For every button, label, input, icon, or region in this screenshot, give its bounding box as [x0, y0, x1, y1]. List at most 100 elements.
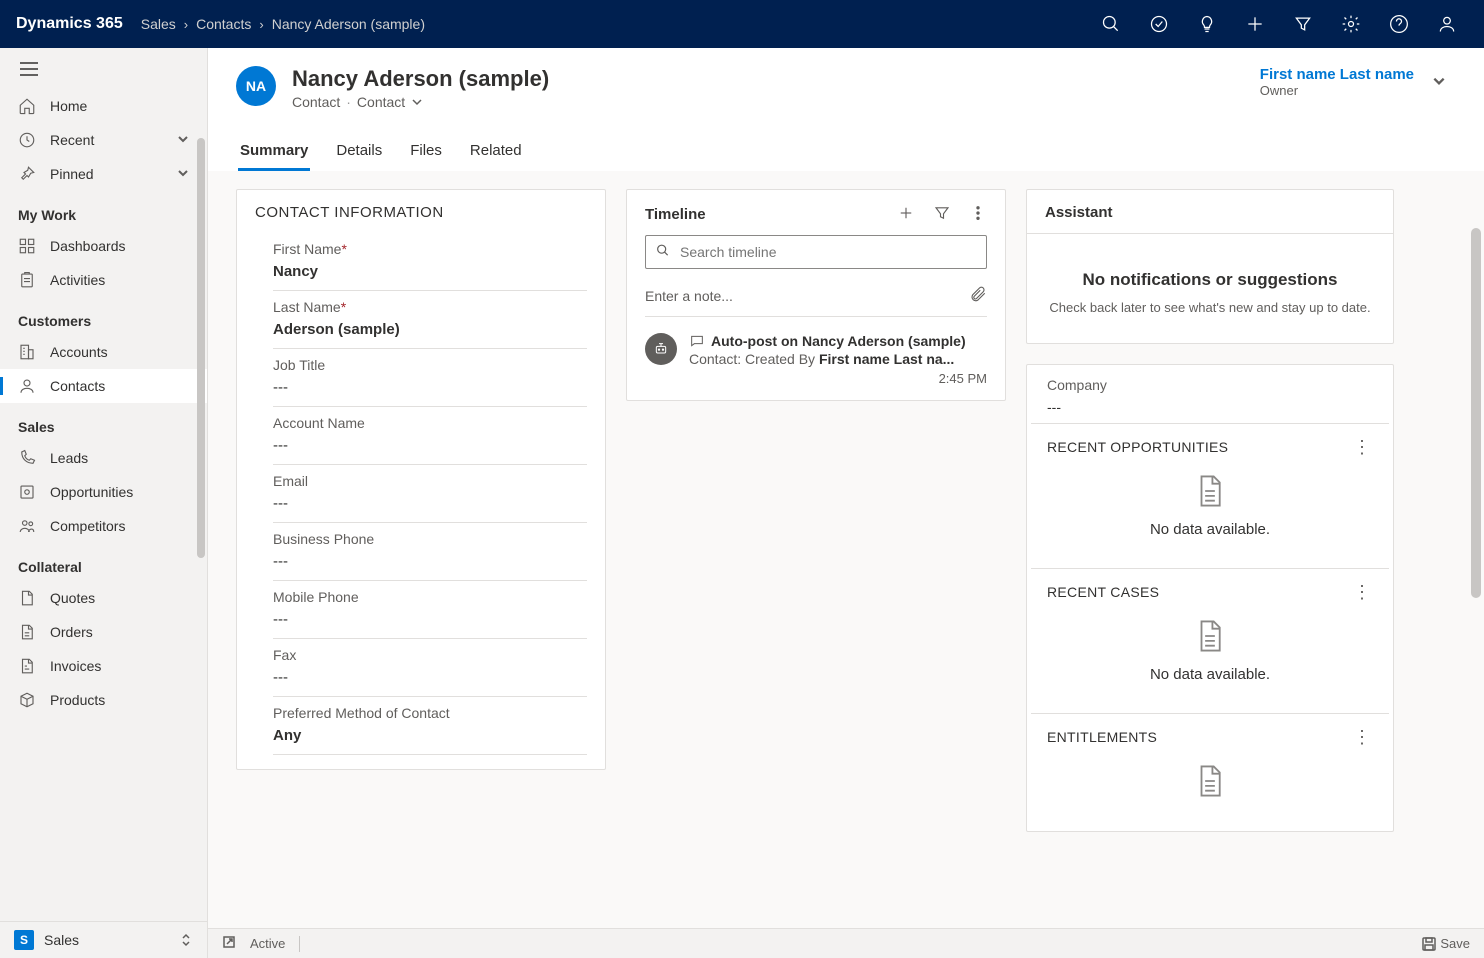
document-icon [18, 657, 36, 675]
sidebar-group-sales: Sales [0, 403, 207, 441]
sidebar-item-activities[interactable]: Activities [0, 263, 207, 297]
sidebar-item-invoices[interactable]: Invoices [0, 649, 207, 683]
chevron-down-icon [1432, 74, 1446, 91]
opportunity-icon [18, 483, 36, 501]
more-icon[interactable]: ⋮ [1353, 728, 1373, 746]
sidebar-item-pinned[interactable]: Pinned [0, 157, 207, 191]
scrollbar-thumb[interactable] [197, 138, 205, 558]
sidebar-item-accounts[interactable]: Accounts [0, 335, 207, 369]
breadcrumb-item[interactable]: Nancy Aderson (sample) [272, 16, 425, 32]
company-value[interactable]: --- [1047, 399, 1373, 415]
timeline-item-title: Auto-post on Nancy Aderson (sample) [711, 333, 966, 349]
assistant-title: Assistant [1027, 190, 1393, 234]
plus-icon[interactable] [897, 204, 915, 225]
related-section-title: RECENT CASES [1047, 584, 1159, 600]
form-field[interactable]: Fax--- [273, 639, 587, 697]
sidebar-item-opportunities[interactable]: Opportunities [0, 475, 207, 509]
form-field[interactable]: Email--- [273, 465, 587, 523]
gear-icon[interactable] [1330, 0, 1372, 48]
empty-state: No data available. [1031, 609, 1389, 693]
sidebar-item-label: Recent [50, 132, 94, 148]
chevron-right-icon: › [259, 17, 263, 32]
brand-label: Dynamics 365 [16, 15, 123, 33]
form-field[interactable]: Last Name*Aderson (sample) [273, 291, 587, 349]
phone-icon [18, 449, 36, 467]
record-title: Nancy Aderson (sample) [292, 66, 549, 92]
home-icon [18, 97, 36, 115]
search-icon [655, 243, 671, 262]
empty-state [1031, 754, 1389, 811]
popout-icon[interactable] [222, 935, 236, 952]
form-field[interactable]: Mobile Phone--- [273, 581, 587, 639]
breadcrumb-item[interactable]: Sales [141, 16, 176, 32]
save-button[interactable]: Save [1422, 936, 1470, 951]
form-field[interactable]: Business Phone--- [273, 523, 587, 581]
plus-icon[interactable] [1234, 0, 1276, 48]
sidebar-item-dashboards[interactable]: Dashboards [0, 229, 207, 263]
sidebar-item-contacts[interactable]: Contacts [0, 369, 207, 403]
record-avatar: NA [236, 66, 276, 106]
sidebar-item-label: Quotes [50, 590, 95, 606]
filter-icon[interactable] [1282, 0, 1324, 48]
sidebar-item-quotes[interactable]: Quotes [0, 581, 207, 615]
sidebar: Home Recent Pinned My Work Dashboards Ac… [0, 48, 208, 958]
timeline-item[interactable]: Auto-post on Nancy Aderson (sample) Cont… [627, 325, 1005, 400]
sidebar-item-home[interactable]: Home [0, 89, 207, 123]
task-icon[interactable] [1138, 0, 1180, 48]
more-icon[interactable] [969, 204, 987, 225]
field-value: Nancy [273, 263, 587, 280]
field-value: --- [273, 553, 587, 570]
tab-bar: Summary Details Files Related [236, 134, 1456, 171]
field-value: --- [273, 379, 587, 396]
note-placeholder: Enter a note... [645, 288, 733, 304]
tab-details[interactable]: Details [334, 134, 384, 171]
owner-field[interactable]: First name Last name Owner [1260, 66, 1456, 98]
sidebar-item-recent[interactable]: Recent [0, 123, 207, 157]
sidebar-item-orders[interactable]: Orders [0, 615, 207, 649]
field-value: --- [273, 611, 587, 628]
field-value: --- [273, 495, 587, 512]
sidebar-item-competitors[interactable]: Competitors [0, 509, 207, 543]
search-icon[interactable] [1090, 0, 1132, 48]
person-icon[interactable] [1426, 0, 1468, 48]
form-field[interactable]: Preferred Method of ContactAny [273, 697, 587, 755]
field-value: --- [273, 437, 587, 454]
field-label: Job Title [273, 357, 587, 373]
record-entity: Contact [292, 94, 340, 110]
field-label: Account Name [273, 415, 587, 431]
tab-related[interactable]: Related [468, 134, 524, 171]
timeline-search-input[interactable] [645, 235, 987, 269]
sidebar-item-products[interactable]: Products [0, 683, 207, 717]
sidebar-item-leads[interactable]: Leads [0, 441, 207, 475]
hamburger-icon[interactable] [0, 48, 207, 89]
more-icon[interactable]: ⋮ [1353, 438, 1373, 456]
document-icon [18, 589, 36, 607]
related-section: ENTITLEMENTS⋮ [1031, 713, 1389, 831]
record-form[interactable]: Contact [357, 94, 405, 110]
contact-info-card: CONTACT INFORMATION First Name*NancyLast… [236, 189, 606, 770]
chevron-down-icon [177, 132, 189, 148]
chevron-right-icon: › [184, 17, 188, 32]
tab-summary[interactable]: Summary [238, 134, 310, 171]
lightbulb-icon[interactable] [1186, 0, 1228, 48]
company-label: Company [1047, 377, 1373, 393]
people-icon [18, 517, 36, 535]
filter-icon[interactable] [933, 204, 951, 225]
help-icon[interactable] [1378, 0, 1420, 48]
timeline-title: Timeline [645, 206, 706, 223]
form-field[interactable]: Account Name --- [273, 407, 587, 465]
attachment-icon[interactable] [969, 285, 987, 306]
field-label: Last Name* [273, 299, 587, 315]
tab-files[interactable]: Files [408, 134, 444, 171]
sidebar-item-label: Accounts [50, 344, 108, 360]
sidebar-item-label: Dashboards [50, 238, 126, 254]
section-title: CONTACT INFORMATION [255, 204, 587, 221]
form-field[interactable]: First Name*Nancy [273, 233, 587, 291]
area-switcher[interactable]: S Sales [0, 921, 207, 958]
scrollbar-thumb[interactable] [1471, 228, 1481, 598]
breadcrumb-item[interactable]: Contacts [196, 16, 251, 32]
form-field[interactable]: Job Title --- [273, 349, 587, 407]
more-icon[interactable]: ⋮ [1353, 583, 1373, 601]
assistant-subtext: Check back later to see what's new and s… [1045, 300, 1375, 315]
note-input[interactable]: Enter a note... [645, 279, 987, 317]
